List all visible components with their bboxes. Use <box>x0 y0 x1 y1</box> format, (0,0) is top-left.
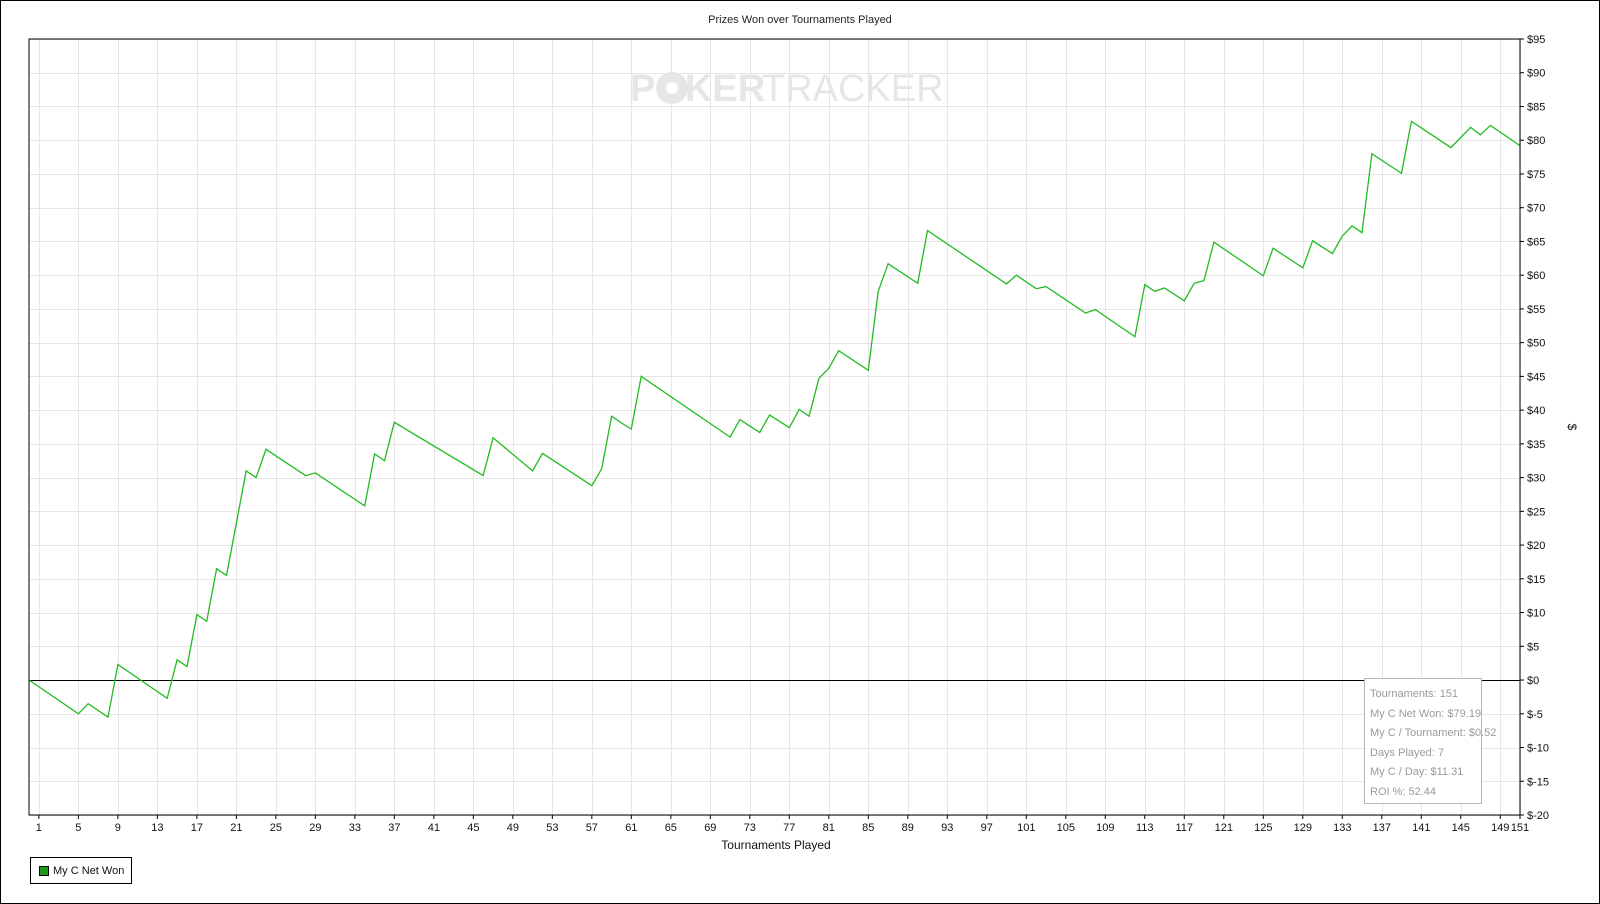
x-tick-label: 33 <box>349 822 361 834</box>
series-layer <box>28 120 1521 719</box>
x-tick-label: 129 <box>1294 822 1312 834</box>
x-tick-label: 49 <box>507 822 519 834</box>
x-axis: 1 5 9 13 17 21 25 29 33 37 41 45 49 53 57 61 65 69 73 77 81 8… <box>36 815 1529 834</box>
x-tick-label: 121 <box>1215 822 1233 834</box>
y-tick-label: $85 <box>1527 101 1545 113</box>
x-tick-label: 17 <box>191 822 203 834</box>
x-tick-label: 65 <box>665 822 677 834</box>
y-axis-title: $ <box>1565 424 1579 431</box>
x-tick-label: 13 <box>151 822 163 834</box>
y-tick-label: $10 <box>1527 608 1545 620</box>
x-tick-label: 89 <box>902 822 914 834</box>
y-tick-label: $25 <box>1527 506 1545 518</box>
x-tick-label: 93 <box>941 822 953 834</box>
x-tick-label: 133 <box>1333 822 1351 834</box>
stat-days-played: Days Played: 7 <box>1370 746 1444 759</box>
x-tick-label: 81 <box>823 822 835 834</box>
y-tick-label: $70 <box>1527 203 1545 215</box>
y-tick-label: $-20 <box>1527 810 1549 822</box>
x-tick-label: 145 <box>1452 822 1470 834</box>
legend-label-my-c-net-won: My C Net Won <box>53 864 125 877</box>
x-tick-label: 69 <box>704 822 716 834</box>
x-tick-label: 9 <box>115 822 121 834</box>
x-tick-label: 29 <box>309 822 321 834</box>
stat-tournaments: Tournaments: 151 <box>1370 688 1459 700</box>
y-tick-label: $65 <box>1527 236 1545 248</box>
y-tick-label: $-15 <box>1527 776 1549 788</box>
y-tick-label: $5 <box>1527 641 1539 653</box>
legend: My C Net Won <box>30 857 132 884</box>
chart-canvas: POKER TRACKER 1 5 9 13 17 21 25 29 33 37 41 45 49 53 5… <box>28 34 1579 852</box>
y-tick-label: $-5 <box>1527 709 1543 721</box>
x-tick-label: 109 <box>1096 822 1114 834</box>
y-tick-label: $-10 <box>1527 743 1549 755</box>
watermark-text-tracker: TRACKER <box>762 68 944 110</box>
x-tick-label: 61 <box>625 822 637 834</box>
legend-swatch-my-c-net-won <box>39 865 49 876</box>
x-tick-label: 1 <box>36 822 42 834</box>
y-tick-label: $55 <box>1527 304 1545 316</box>
x-tick-label: 53 <box>546 822 558 834</box>
x-tick-label: 57 <box>586 822 598 834</box>
y-tick-label: $50 <box>1527 338 1545 350</box>
x-tick-label: 105 <box>1057 822 1075 834</box>
x-tick-label: 101 <box>1017 822 1035 834</box>
y-tick-label: $35 <box>1527 439 1545 451</box>
y-tick-label: $40 <box>1527 405 1545 417</box>
x-tick-label: 113 <box>1136 822 1154 834</box>
y-tick-label: $15 <box>1527 574 1545 586</box>
x-tick-label: 125 <box>1254 822 1272 834</box>
y-tick-label: $20 <box>1527 540 1545 552</box>
watermark-text-poker: POKER <box>630 68 765 110</box>
y-tick-label: $80 <box>1527 135 1545 147</box>
x-tick-label: 149 <box>1491 822 1509 834</box>
y-tick-label: $95 <box>1527 34 1545 46</box>
x-tick-label: 97 <box>981 822 993 834</box>
pokertracker-watermark: POKER TRACKER <box>630 68 944 110</box>
x-tick-label: 137 <box>1373 822 1391 834</box>
series-line-my-c-net-won <box>28 120 1521 719</box>
y-axis: $95 $90 $85 $80 $75 $70 $65 $60 $55 $50 $45 $40 $35 $… <box>1520 34 1549 822</box>
x-tick-label: 73 <box>744 822 756 834</box>
y-tick-label: $90 <box>1527 68 1545 80</box>
stat-roi: ROI %: 52.44 <box>1370 785 1437 798</box>
y-tick-label: $0 <box>1527 675 1539 687</box>
x-tick-label: 141 <box>1412 822 1430 834</box>
y-tick-label: $75 <box>1527 169 1545 181</box>
plot-area-border <box>28 38 1521 816</box>
x-tick-label: 21 <box>230 822 242 834</box>
stat-net-won: My C Net Won: $79.19 <box>1370 707 1482 720</box>
grid <box>29 39 1521 816</box>
watermark-chip-center <box>666 82 678 94</box>
x-tick-label: 117 <box>1176 822 1194 834</box>
stat-per-day: My C / Day: $11.31 <box>1370 766 1464 778</box>
x-tick-label: 5 <box>75 822 81 834</box>
x-tick-label: 41 <box>428 822 440 834</box>
x-tick-label: 85 <box>862 822 874 834</box>
x-tick-label: 37 <box>388 822 400 834</box>
y-tick-label: $60 <box>1527 270 1545 282</box>
x-tick-label: 25 <box>270 822 282 834</box>
x-tick-label: 77 <box>783 822 795 834</box>
stat-per-tournament: My C / Tournament: $0.52 <box>1370 727 1497 739</box>
y-tick-label: $45 <box>1527 371 1545 383</box>
stats-box: Tournaments: 151 My C Net Won: $79.19 My… <box>1364 678 1497 804</box>
x-tick-label: 151 <box>1511 822 1529 834</box>
x-tick-label: 45 <box>467 822 479 834</box>
y-tick-label: $30 <box>1527 473 1545 485</box>
x-axis-title: Tournaments Played <box>721 838 830 852</box>
